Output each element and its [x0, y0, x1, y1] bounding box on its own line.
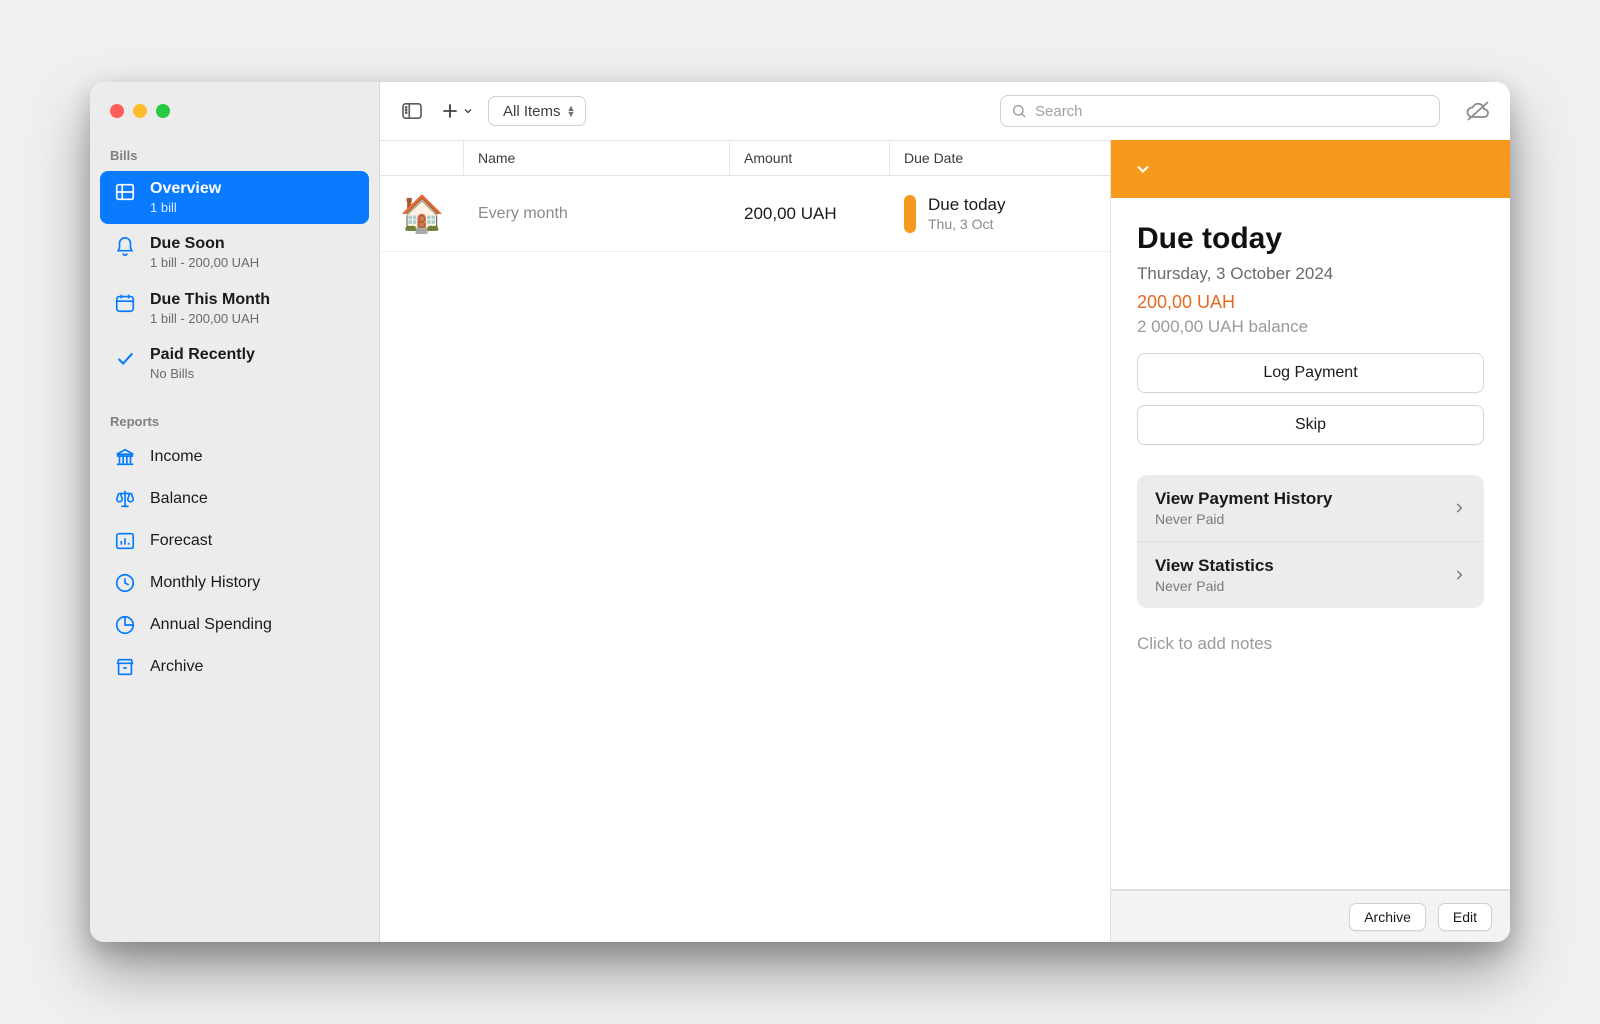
bell-icon [112, 234, 138, 260]
toggle-sidebar-button[interactable] [398, 97, 426, 125]
clock-icon [112, 570, 138, 596]
archive-button[interactable]: Archive [1349, 903, 1426, 931]
chevron-right-icon [1452, 565, 1466, 585]
sort-arrows-icon: ▲▼ [567, 105, 576, 117]
col-name[interactable]: Name [464, 141, 730, 175]
sidebar-item-sub: 1 bill - 200,00 UAH [150, 255, 259, 271]
view-statistics-button[interactable]: View Statistics Never Paid [1137, 542, 1484, 608]
due-date: Thu, 3 Oct [928, 216, 1006, 232]
sidebar-item-paid-recently[interactable]: Paid Recently No Bills [100, 337, 369, 390]
detail-amount: 200,00 UAH [1137, 292, 1484, 313]
sidebar-item-label: Forecast [150, 532, 212, 550]
detail-balance: 2 000,00 UAH balance [1137, 317, 1484, 337]
sidebar-section-bills: Bills [90, 144, 379, 171]
sidebar-item-balance[interactable]: Balance [100, 479, 369, 519]
detail-footer: Archive Edit [1111, 890, 1510, 942]
status-indicator [904, 195, 916, 233]
detail-links-card: View Payment History Never Paid View Sta… [1137, 475, 1484, 608]
cloud-offline-icon[interactable] [1464, 97, 1492, 125]
due-title: Due today [928, 195, 1006, 215]
sidebar-item-label: Overview [150, 179, 221, 199]
bill-due: Due today Thu, 3 Oct [890, 195, 1110, 233]
detail-date: Thursday, 3 October 2024 [1137, 264, 1484, 284]
add-button[interactable] [440, 101, 474, 121]
col-due[interactable]: Due Date [890, 141, 1110, 175]
sidebar-item-sub: 1 bill - 200,00 UAH [150, 311, 270, 327]
sidebar-item-due-this-month[interactable]: Due This Month 1 bill - 200,00 UAH [100, 282, 369, 335]
chevron-down-icon [1133, 159, 1153, 179]
scale-icon [112, 486, 138, 512]
bill-category-icon: 🏠 [380, 193, 464, 235]
check-icon [112, 345, 138, 371]
sidebar-item-overview[interactable]: Overview 1 bill [100, 171, 369, 224]
search-input[interactable] [1035, 103, 1429, 120]
card-title: View Payment History [1155, 489, 1332, 509]
toolbar: All Items ▲▼ [380, 82, 1510, 140]
search-field[interactable] [1000, 95, 1440, 127]
card-sub: Never Paid [1155, 578, 1274, 594]
sidebar-section-reports: Reports [90, 410, 379, 437]
calendar-icon [112, 290, 138, 316]
sidebar-item-annual-spending[interactable]: Annual Spending [100, 605, 369, 645]
sidebar-item-label: Income [150, 448, 202, 466]
sidebar-item-monthly-history[interactable]: Monthly History [100, 563, 369, 603]
table-row[interactable]: 🏠 Every month 200,00 UAH Due today Thu, … [380, 176, 1110, 252]
sidebar-item-label: Annual Spending [150, 616, 272, 634]
sidebar-item-sub: 1 bill [150, 200, 221, 216]
bill-name: Every month [464, 205, 730, 223]
sidebar-item-label: Balance [150, 490, 208, 508]
sidebar-item-label: Paid Recently [150, 345, 255, 365]
collapse-banner-button[interactable] [1133, 159, 1153, 179]
sidebar-item-label: Monthly History [150, 574, 260, 592]
sidebar-item-sub: No Bills [150, 366, 255, 382]
overview-icon [112, 179, 138, 205]
sidebar-item-archive[interactable]: Archive [100, 647, 369, 687]
detail-title: Due today [1137, 222, 1484, 256]
chevron-right-icon [1452, 498, 1466, 518]
edit-button[interactable]: Edit [1438, 903, 1492, 931]
skip-button[interactable]: Skip [1137, 405, 1484, 445]
detail-pane: Due today Thursday, 3 October 2024 200,0… [1110, 140, 1510, 942]
sidebar-item-due-soon[interactable]: Due Soon 1 bill - 200,00 UAH [100, 226, 369, 279]
maximize-window-button[interactable] [156, 104, 170, 118]
chart-icon [112, 528, 138, 554]
view-payment-history-button[interactable]: View Payment History Never Paid [1137, 475, 1484, 542]
minimize-window-button[interactable] [133, 104, 147, 118]
app-window: Bills Overview 1 bill Due Soon 1 bill - … [90, 82, 1510, 942]
pie-icon [112, 612, 138, 638]
sidebar-item-label: Due This Month [150, 290, 270, 310]
sidebar-item-label: Due Soon [150, 234, 259, 254]
window-controls [90, 94, 379, 144]
filter-dropdown[interactable]: All Items ▲▼ [488, 96, 586, 126]
bank-icon [112, 444, 138, 470]
sidebar-item-income[interactable]: Income [100, 437, 369, 477]
detail-banner [1111, 140, 1510, 198]
close-window-button[interactable] [110, 104, 124, 118]
main-pane: All Items ▲▼ Name Amount Due Date [380, 82, 1510, 942]
table-header: Name Amount Due Date [380, 140, 1110, 176]
log-payment-button[interactable]: Log Payment [1137, 353, 1484, 393]
notes-field[interactable]: Click to add notes [1137, 634, 1484, 654]
chevron-down-icon [462, 105, 474, 117]
search-icon [1011, 103, 1027, 119]
sidebar: Bills Overview 1 bill Due Soon 1 bill - … [90, 82, 380, 942]
card-title: View Statistics [1155, 556, 1274, 576]
table-body: 🏠 Every month 200,00 UAH Due today Thu, … [380, 176, 1110, 942]
card-sub: Never Paid [1155, 511, 1332, 527]
col-amount[interactable]: Amount [730, 141, 890, 175]
sidebar-item-forecast[interactable]: Forecast [100, 521, 369, 561]
sidebar-item-label: Archive [150, 658, 203, 676]
archive-icon [112, 654, 138, 680]
bill-amount: 200,00 UAH [730, 204, 890, 224]
filter-label: All Items [503, 103, 561, 120]
